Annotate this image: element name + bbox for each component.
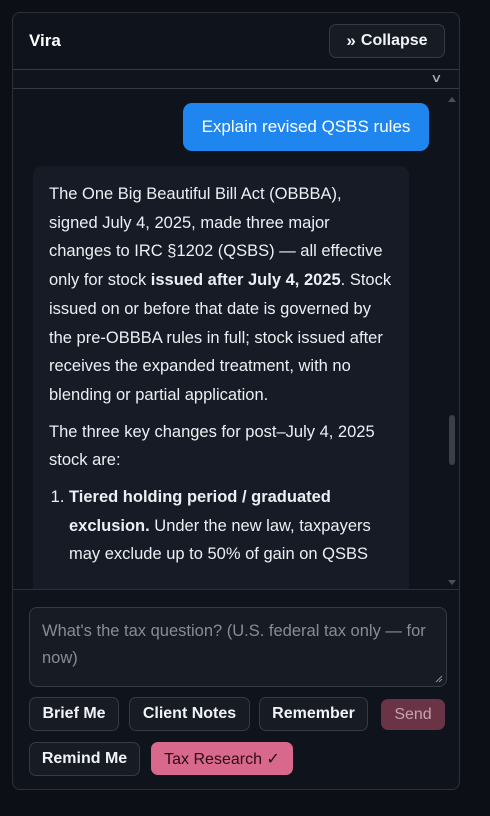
assistant-bold-text: issued after July 4, 2025 [150,271,341,290]
remind-me-button[interactable]: Remind Me [29,742,140,776]
resize-grip-icon[interactable] [435,675,443,683]
assistant-text: . Stock issued on or before that date is… [49,271,392,404]
message-scrollbar[interactable] [445,89,459,589]
scrollbar-thumb[interactable] [449,415,455,465]
double-chevron-right-icon: » [346,31,356,50]
vira-panel: Vira » Collapse ∨ Explain revised QSBS r… [12,12,460,790]
remember-button[interactable]: Remember [259,697,368,731]
collapse-button[interactable]: » Collapse [329,24,445,58]
question-input[interactable]: What's the tax question? (U.S. federal t… [29,607,447,687]
brief-me-button[interactable]: Brief Me [29,697,119,731]
client-notes-button[interactable]: Client Notes [129,697,250,731]
collapse-label: Collapse [360,32,428,49]
question-placeholder: What's the tax question? (U.S. federal t… [42,622,426,667]
panel-header: Vira » Collapse [13,13,459,69]
chevron-down-icon[interactable]: ∨ [430,71,442,85]
options-strip[interactable]: ∨ [13,69,459,89]
composer-divider [13,589,459,590]
user-message: Explain revised QSBS rules [183,103,429,151]
assistant-paragraph: The three key changes for post–July 4, 2… [49,422,375,470]
send-button[interactable]: Send [381,699,445,730]
message-list[interactable]: Explain revised QSBS rules The One Big B… [13,89,459,589]
panel-title: Vira [29,31,61,50]
assistant-message: The One Big Beautiful Bill Act (OBBBA), … [33,166,409,589]
scroll-up-icon[interactable] [448,97,456,102]
scroll-down-icon[interactable] [448,580,456,585]
tax-research-toggle[interactable]: Tax Research ✓ [151,742,293,775]
assistant-list: Tiered holding period / graduated exclus… [49,483,393,569]
assistant-paragraph: The One Big Beautiful Bill Act (OBBBA), … [49,180,393,410]
list-item: Tiered holding period / graduated exclus… [69,483,393,569]
